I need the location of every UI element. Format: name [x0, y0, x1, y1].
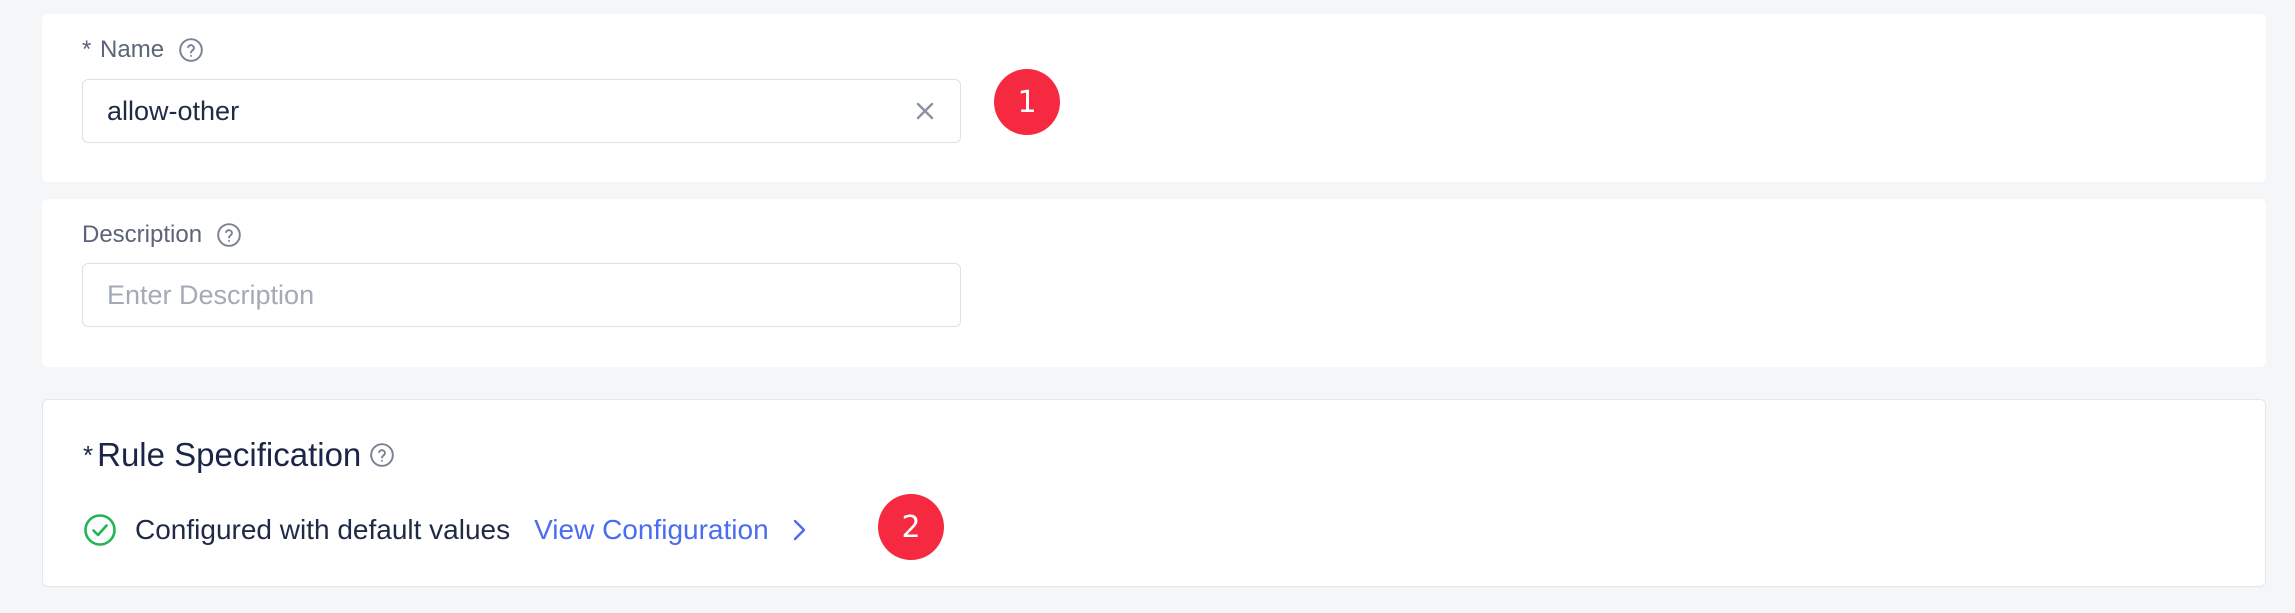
close-icon[interactable] [914, 100, 936, 122]
annotation-marker-2: 2 [878, 494, 944, 560]
description-label: Description [82, 221, 242, 249]
help-icon[interactable] [216, 222, 242, 248]
required-mark: * [82, 36, 92, 63]
description-input-box[interactable] [82, 263, 961, 327]
view-configuration-link[interactable]: View Configuration [534, 514, 811, 546]
view-configuration-label: View Configuration [534, 514, 769, 545]
name-label-text: Name [100, 36, 165, 63]
description-card: Description [42, 199, 2266, 367]
name-input-box[interactable] [82, 79, 961, 143]
required-mark: * [83, 439, 94, 470]
annotation-marker-1: 1 [994, 69, 1060, 135]
description-input[interactable] [107, 279, 936, 311]
check-circle-icon [83, 513, 117, 547]
rule-specification-title: * Rule Specification [83, 436, 395, 474]
rule-specification-card: * Rule Specification Configured with def… [42, 399, 2266, 587]
description-label-text: Description [82, 221, 203, 248]
name-card: * Name [42, 14, 2266, 182]
name-label: * Name [82, 36, 204, 64]
rule-status-text: Configured with default values [135, 514, 511, 545]
rule-status-row: Configured with default values View Conf… [83, 513, 811, 547]
help-icon[interactable] [369, 442, 395, 468]
page: * Name 1 Description [0, 0, 2295, 613]
chevron-right-icon [787, 518, 811, 542]
name-input[interactable] [107, 95, 914, 127]
help-icon[interactable] [178, 37, 204, 63]
rule-specification-title-text: Rule Specification [97, 436, 362, 473]
